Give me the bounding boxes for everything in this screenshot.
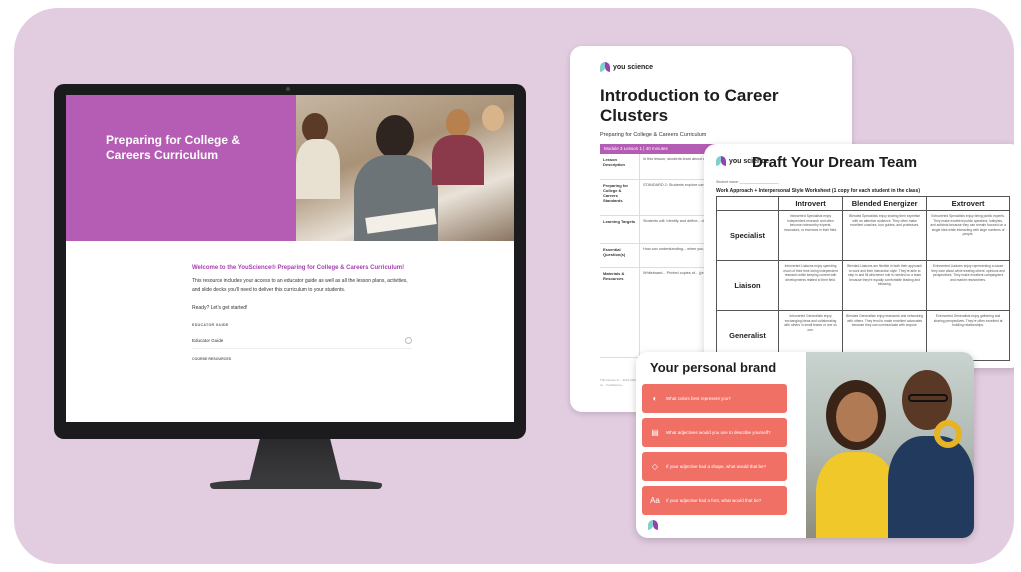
youscience-logo-icon <box>716 156 726 166</box>
slide-title: Your personal brand <box>650 360 777 375</box>
worksheet-title: Draft Your Dream Team <box>752 154 918 171</box>
table-cell: Introverted Liaisons enjoy spending much… <box>777 260 844 311</box>
corner-cell <box>716 196 779 211</box>
row-label: Lesson Description <box>600 154 640 179</box>
column-header: Extrovert <box>926 196 1010 211</box>
monitor-stand <box>248 439 342 483</box>
row-label: Preparing for College & Careers Standard… <box>600 180 640 215</box>
student-head <box>446 109 470 137</box>
lesson-title: Introduction to Career Clusters <box>600 86 779 125</box>
worksheet-subtitle: Work Approach + Interpersonal Style Work… <box>716 188 920 194</box>
educator-guide-link[interactable]: Educator Guide <box>192 333 412 349</box>
monitor-base <box>210 479 382 489</box>
lesson-subtitle: Preparing for College & Careers Curricul… <box>600 132 707 138</box>
question-text: What colors best represent you? <box>666 395 731 401</box>
brand-question: Aa If your adjective had a font, what wo… <box>642 486 787 515</box>
hero-banner: Preparing for College & Careers Curricul… <box>66 95 296 241</box>
youscience-logo-icon <box>648 520 658 530</box>
welcome-heading: Welcome to the YouScience® Preparing for… <box>192 265 405 271</box>
desktop-monitor: Preparing for College & Careers Curricul… <box>54 84 526 439</box>
students-photo <box>806 352 974 538</box>
hero-title: Preparing for College & Careers Curricul… <box>106 133 241 162</box>
student-shirt <box>816 452 896 538</box>
row-label: Materials & Resources <box>600 268 640 357</box>
column-header: Introvert <box>777 196 844 211</box>
question-text: If your adjective had a shape, what woul… <box>666 463 767 469</box>
table-cell: Blended Specialists enjoy sharing their … <box>842 210 928 261</box>
table-cell: Blended Liaisons are flexible in both th… <box>842 260 928 311</box>
row-header: Specialist <box>716 210 779 261</box>
worksheet-document: you science Draft Your Dream Team Studen… <box>704 144 1014 368</box>
course-hero: Preparing for College & Careers Curricul… <box>66 95 514 241</box>
student-jacket <box>888 436 974 538</box>
youscience-logo-icon <box>600 62 610 72</box>
table-cell: Extroverted Specialists enjoy being publ… <box>926 210 1010 261</box>
row-label: Learning Targets <box>600 216 640 243</box>
course-section-label: COURSE RESOURCES <box>192 357 232 361</box>
webcam-dot <box>286 87 290 91</box>
educator-guide-label: Educator Guide <box>192 338 224 343</box>
educator-section-label: EDUCATOR GUIDE <box>192 323 229 327</box>
table-header-row: Introvert Blended Energizer Extrovert <box>716 196 1010 211</box>
student-body <box>432 135 484 185</box>
student-head <box>482 105 504 131</box>
question-text: If your adjective had a font, what would… <box>666 497 762 503</box>
logo-text: you science <box>613 63 654 71</box>
classroom-photo <box>296 95 514 241</box>
brand-question: ◐ What colors best represent you? <box>642 384 787 413</box>
youscience-logo: you science <box>600 62 653 72</box>
personal-brand-slide: Your personal brand ◐ What colors best r… <box>636 352 974 538</box>
brand-question: ▤ What adjectives would you use to descr… <box>642 418 787 447</box>
student-head <box>376 115 414 159</box>
course-content: Welcome to the YouScience® Preparing for… <box>192 263 412 361</box>
clipboard-icon: ▤ <box>651 428 659 437</box>
dream-team-table: Introvert Blended Energizer Extrovert Sp… <box>716 196 1010 361</box>
row-label: Essential Question(s) <box>600 244 640 267</box>
headphones-icon <box>934 420 962 448</box>
palette-icon: ◐ <box>652 394 658 403</box>
table-row: Specialist Introverted Specialists enjoy… <box>716 210 1010 261</box>
promo-background: Preparing for College & Careers Curricul… <box>14 8 1014 564</box>
brand-question: ◇ If your adjective had a shape, what wo… <box>642 452 787 481</box>
student-name-field: Student name: ____________________ <box>716 180 779 184</box>
ready-text: Ready? Let's get started! <box>192 305 248 311</box>
table-cell: Introverted Specialists enjoy independen… <box>777 210 844 261</box>
column-header: Blended Energizer <box>842 196 928 211</box>
monitor-screen: Preparing for College & Careers Curricul… <box>66 95 514 422</box>
intro-text: This resource includes your access to an… <box>192 278 408 293</box>
table-cell: Extroverted Liaisons enjoy representing … <box>926 260 1010 311</box>
diamond-icon: ◇ <box>651 462 659 471</box>
table-row: Liaison Introverted Liaisons enjoy spend… <box>716 260 1010 311</box>
glasses-icon <box>908 394 948 402</box>
question-text: What adjectives would you use to describ… <box>666 429 771 435</box>
youscience-logo <box>648 520 658 530</box>
font-icon: Aa <box>650 496 660 505</box>
completion-circle-icon[interactable] <box>405 337 412 344</box>
student-body <box>296 139 340 199</box>
student-face <box>836 392 878 442</box>
row-header: Liaison <box>716 260 779 311</box>
